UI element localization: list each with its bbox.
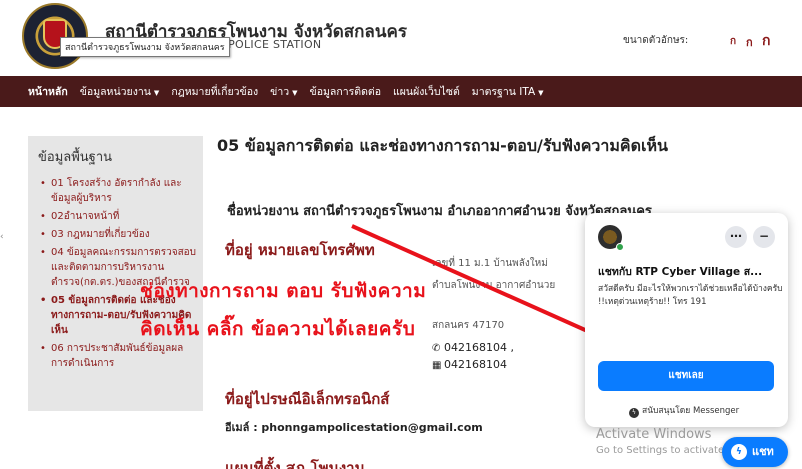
start-chat-button[interactable]: แชทเลย xyxy=(598,361,774,391)
sidebar-title: ข้อมูลพื้นฐาน xyxy=(38,150,113,165)
font-size-label: ขนาดตัวอักษร: xyxy=(623,35,689,46)
phone-number: ✆ 042168104 , xyxy=(432,341,514,354)
more-options-button[interactable]: ⋯ xyxy=(725,226,747,248)
sidebar-item[interactable]: 02อำนาจหน้าที่ xyxy=(38,209,198,224)
font-size-small-button[interactable]: ก xyxy=(730,34,736,49)
sidebar-item[interactable]: 06 การประชาสัมพันธ์ข้อมูลผลการดำเนินการ xyxy=(38,341,198,371)
chat-launcher-label: แชท xyxy=(752,445,774,458)
email-address[interactable]: อีเมล์ : phonngampolicestation@gmail.com xyxy=(225,418,483,436)
online-status-icon xyxy=(616,243,624,251)
chat-footer: ϟ สนับสนุนโดย Messenger xyxy=(629,403,739,418)
chevron-down-icon: ▼ xyxy=(292,89,298,97)
messenger-icon: ϟ xyxy=(731,444,747,460)
chevron-down-icon: ▼ xyxy=(153,89,160,97)
police-logo[interactable] xyxy=(22,3,88,69)
chat-title: แชทกับ RTP Cyber Village ส... xyxy=(598,266,763,278)
fax-icon: ▦ xyxy=(432,360,442,371)
sidebar-item[interactable]: 03 กฎหมายที่เกี่ยวข้อง xyxy=(38,227,198,242)
address-line: เลขที่ 11 ม.1 บ้านพลังใหม่ xyxy=(432,258,548,269)
page-title: 05 ข้อมูลการติดต่อ และช่องทางการถาม-ตอบ/… xyxy=(217,136,668,155)
fax-number: ▦ 042168104 xyxy=(432,358,507,371)
font-size-medium-button[interactable]: ก xyxy=(746,33,753,51)
activate-windows-title: Activate Windows xyxy=(596,427,712,442)
address-line: สกลนคร 47170 xyxy=(432,320,505,331)
phone-icon: ✆ xyxy=(432,343,441,354)
nav-news[interactable]: ข่าว ▼ xyxy=(264,83,303,100)
nav-home[interactable]: หน้าหลัก xyxy=(22,83,74,100)
nav-contact[interactable]: ข้อมูลการติดต่อ xyxy=(304,83,388,100)
sidebar-list: 01 โครงสร้าง อัตรากำลัง และข้อมูลผู้บริห… xyxy=(38,176,198,374)
font-size-large-button[interactable]: ก xyxy=(762,30,770,52)
chat-greeting: สวัสดีครับ มีอะไรให้พวกเราได้ช่วยเหลือได… xyxy=(598,284,783,307)
sidebar: ข้อมูลพื้นฐาน 01 โครงสร้าง อัตรากำลัง แล… xyxy=(28,136,203,411)
map-section-title: แผนที่ตั้ง สภ.โพนงาม xyxy=(225,459,365,469)
address-line: ตำบลโพนงาม อากาศอำนวย xyxy=(432,280,556,291)
nav-ita[interactable]: มาตรฐาน ITA ▼ xyxy=(466,83,550,100)
logo-tooltip: สถานีตำรวจภูธรโพนงาม จังหวัดสกลนคร xyxy=(60,37,230,57)
overlay-callout-line: ช่องทางการถาม ตอบ รับฟังความ xyxy=(140,280,427,302)
address-section-title: ที่อยู่ หมายเลขโทรศัพท xyxy=(225,241,375,259)
nav-laws[interactable]: กฎหมายที่เกี่ยวข้อง xyxy=(165,83,264,100)
nav-sitemap[interactable]: แผนผังเว็บไซต์ xyxy=(387,83,466,100)
sidebar-item[interactable]: 01 โครงสร้าง อัตรากำลัง และข้อมูลผู้บริห… xyxy=(38,176,198,206)
main-nav: หน้าหลัก ข้อมูลหน่วยงาน ▼ กฎหมายที่เกี่ยว… xyxy=(0,76,802,107)
chat-launcher-button[interactable]: ϟ แชท xyxy=(722,437,788,467)
chevron-down-icon: ▼ xyxy=(538,89,544,97)
minimize-button[interactable]: − xyxy=(753,226,775,248)
nav-unit-info[interactable]: ข้อมูลหน่วยงาน ▼ xyxy=(74,83,166,100)
chevron-left-icon[interactable]: ‹ xyxy=(0,232,4,242)
email-section-title: ที่อยู่ไปรษณีอิเล็กทรอนิกส์ xyxy=(225,390,390,408)
messenger-chat-card: ⋯ − แชทกับ RTP Cyber Village ส... สวัสดี… xyxy=(585,213,788,427)
messenger-icon: ϟ xyxy=(629,408,639,418)
overlay-callout-line: คิดเห็น คลิ๊ก ข้อความได้เลยครับ xyxy=(140,318,416,340)
